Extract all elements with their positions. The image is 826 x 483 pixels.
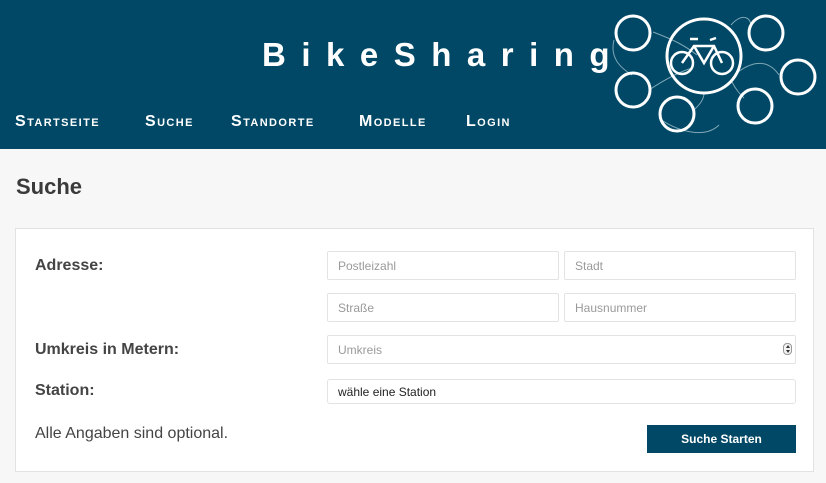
nav-item-suche[interactable]: Suche	[145, 113, 194, 131]
site-header: BikeSharing Startseite Suche Standorte M…	[0, 0, 826, 149]
nav-item-startseite[interactable]: Startseite	[15, 113, 100, 131]
page-title: Suche	[16, 174, 83, 199]
search-form: Adresse: Umkreis in Metern: Station: wäh…	[15, 228, 814, 472]
site-brand[interactable]: BikeSharing	[262, 36, 625, 74]
nav-item-modelle[interactable]: Modelle	[359, 113, 427, 131]
city-field[interactable]	[564, 251, 796, 280]
address-label: Adresse:	[35, 257, 104, 274]
radius-label: Umkreis in Metern:	[35, 341, 180, 358]
postcode-field[interactable]	[327, 251, 559, 280]
search-submit-button[interactable]: Suche Starten	[647, 425, 796, 453]
housenumber-field[interactable]	[564, 293, 796, 322]
radius-stepper-icon[interactable]	[783, 343, 792, 355]
radius-input-wrapper	[327, 335, 796, 364]
bicycle-network-icon	[612, 14, 817, 134]
station-select[interactable]: wähle eine Station	[327, 379, 796, 404]
street-field[interactable]	[327, 293, 559, 322]
station-label: Station:	[35, 382, 95, 399]
radius-field[interactable]	[327, 335, 796, 364]
nav-item-login[interactable]: Login	[466, 113, 511, 131]
optional-note: Alle Angaben sind optional.	[35, 425, 229, 442]
nav-item-standorte[interactable]: Standorte	[231, 113, 315, 131]
